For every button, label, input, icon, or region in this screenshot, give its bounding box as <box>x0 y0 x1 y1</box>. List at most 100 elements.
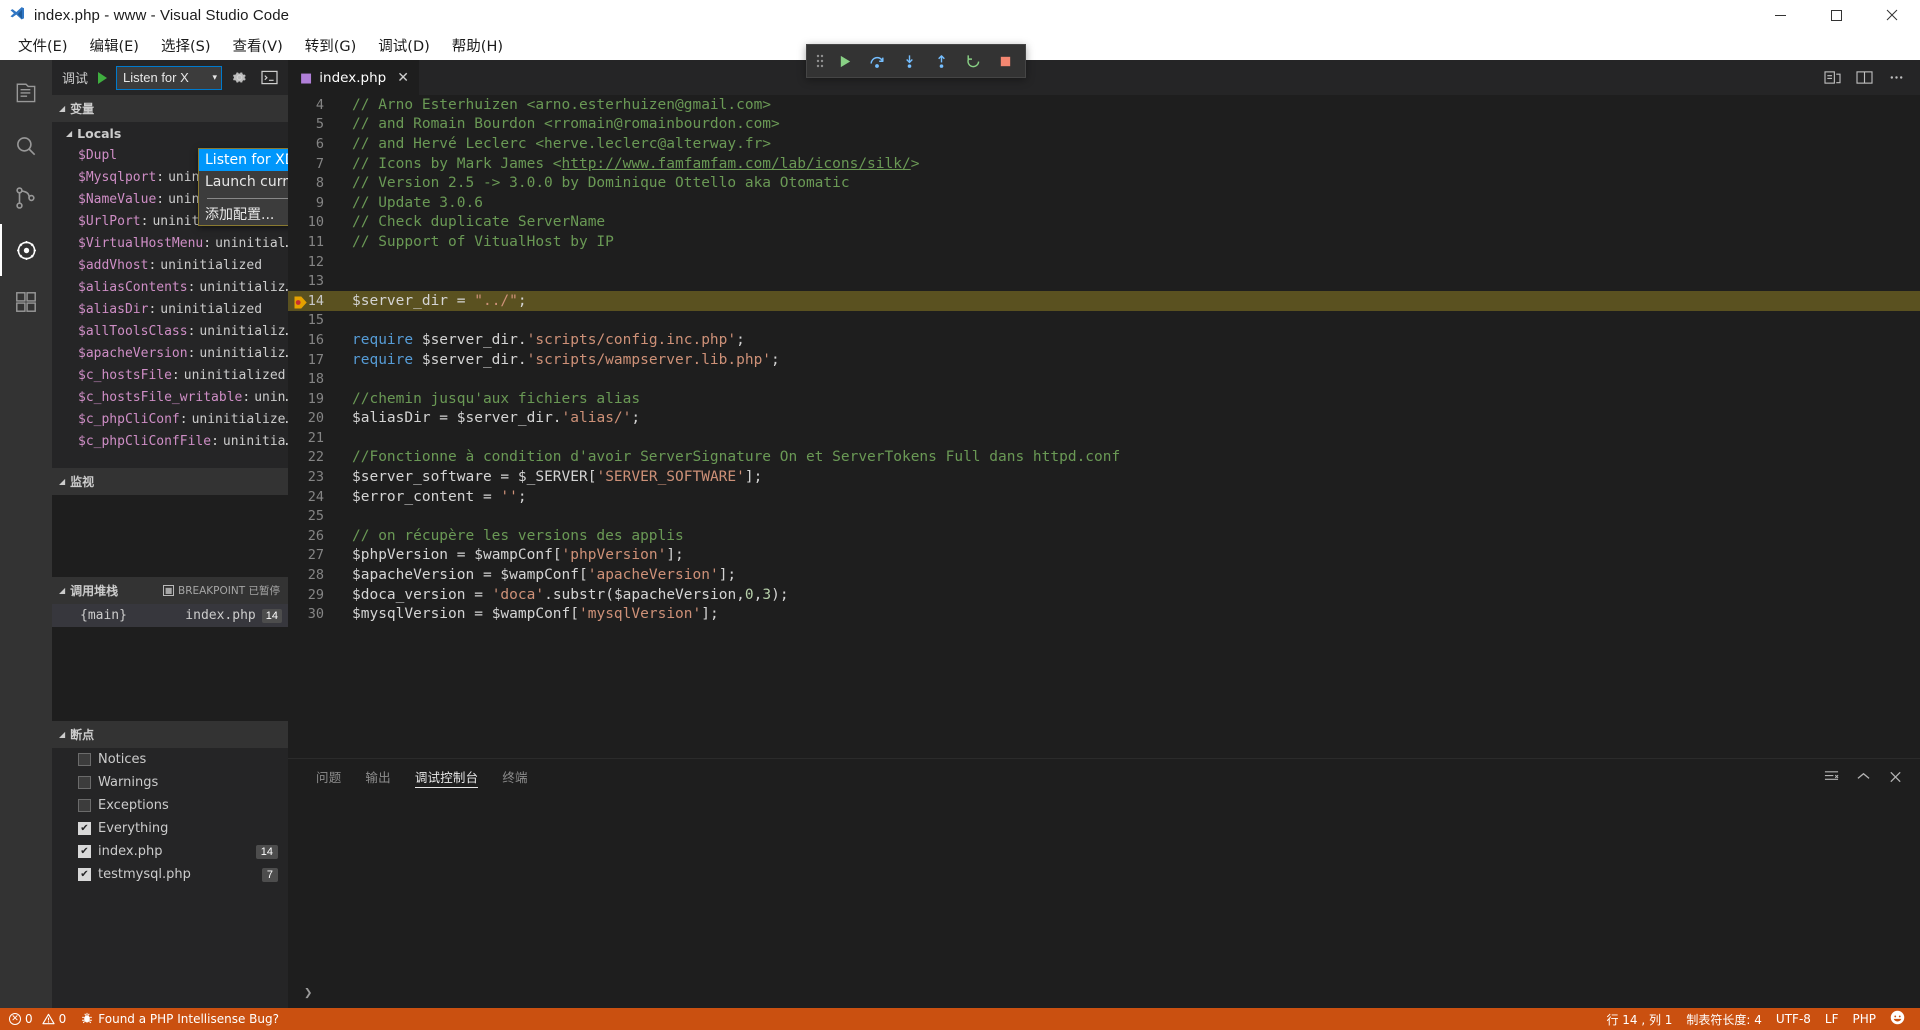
maximize-window-button[interactable] <box>1808 0 1864 30</box>
open-debug-console-button[interactable] <box>256 70 282 85</box>
code-line[interactable]: 10// Check duplicate ServerName <box>288 213 1920 233</box>
breakpoint-checkbox[interactable] <box>78 845 91 858</box>
breakpoint-checkbox[interactable] <box>78 753 91 766</box>
callstack-section-header[interactable]: ◢ 调用堆栈 ■ BREAKPOINT 已暂停 <box>52 577 288 604</box>
menu-help[interactable]: 帮助(H) <box>441 32 514 59</box>
code-editor[interactable]: 4// Arno Esterhuizen <arno.esterhuizen@g… <box>288 95 1920 758</box>
close-panel-icon[interactable] <box>1880 762 1910 792</box>
dropdown-option-add-config[interactable]: 添加配置... <box>199 203 288 225</box>
variable-row[interactable]: $c_hostsFile:uninitialized <box>52 364 288 386</box>
callstack-pane[interactable]: {main} index.php 14 <box>52 604 288 721</box>
code-line[interactable]: 4// Arno Esterhuizen <arno.esterhuizen@g… <box>288 95 1920 115</box>
start-debugging-button[interactable] <box>92 71 112 85</box>
status-eol[interactable]: LF <box>1818 1008 1846 1030</box>
breakpoints-pane[interactable]: Notices Warnings Exceptions Everything i… <box>52 748 288 1008</box>
code-line[interactable]: 30$mysqlVersion = $wampConf['mysqlVersio… <box>288 604 1920 624</box>
code-line[interactable]: 27$phpVersion = $wampConf['phpVersion']; <box>288 546 1920 566</box>
breakpoint-checkbox[interactable] <box>78 868 91 881</box>
watch-pane[interactable] <box>52 495 288 577</box>
code-line[interactable]: 6// and Hervé Leclerc <herve.leclerc@alt… <box>288 134 1920 154</box>
code-line[interactable]: 8// Version 2.5 -> 3.0.0 by Dominique Ot… <box>288 173 1920 193</box>
variables-section-header[interactable]: ◢ 变量 <box>52 95 288 122</box>
tab-output[interactable]: 输出 <box>353 759 402 794</box>
dropdown-option-launch-current[interactable]: Launch currently open script <box>199 171 288 193</box>
maximize-panel-icon[interactable] <box>1848 762 1878 792</box>
breakpoints-section-header[interactable]: ◢ 断点 <box>52 721 288 748</box>
code-line[interactable]: 9// Update 3.0.6 <box>288 193 1920 213</box>
code-line[interactable]: 13 <box>288 271 1920 291</box>
code-line[interactable]: 19//chemin jusqu'aux fichiers alias <box>288 389 1920 409</box>
activity-item-explorer[interactable] <box>0 68 52 120</box>
code-line[interactable]: 17require $server_dir.'scripts/wampserve… <box>288 350 1920 370</box>
status-tab-size[interactable]: 制表符长度: 4 <box>1679 1008 1769 1030</box>
code-line[interactable]: 22//Fonctionne à condition d'avoir Serve… <box>288 448 1920 468</box>
breakpoint-row[interactable]: testmysql.php 7 <box>52 863 288 886</box>
split-editor-icon[interactable] <box>1848 60 1880 95</box>
variable-row[interactable]: $allToolsClass:uninitializ… <box>52 320 288 342</box>
code-line[interactable]: 25 <box>288 506 1920 526</box>
dropdown-option-listen-xdebug[interactable]: Listen for XDebug <box>199 149 288 171</box>
breakpoint-row[interactable]: Warnings <box>52 771 288 794</box>
close-window-button[interactable] <box>1864 0 1920 30</box>
menu-file[interactable]: 文件(E) <box>7 32 78 59</box>
code-line[interactable]: 11// Support of VitualHost by IP <box>288 232 1920 252</box>
continue-button[interactable] <box>829 45 861 77</box>
drag-handle-icon[interactable] <box>811 53 829 69</box>
tab-problems[interactable]: 问题 <box>304 759 353 794</box>
code-line[interactable]: 12 <box>288 252 1920 272</box>
code-line[interactable]: 21 <box>288 428 1920 448</box>
breakpoint-marker-icon[interactable] <box>294 296 307 309</box>
restart-button[interactable] <box>957 45 989 77</box>
activity-item-extensions[interactable] <box>0 276 52 328</box>
debug-config-select[interactable]: Listen for X ▾ <box>116 66 222 90</box>
variable-row[interactable]: $c_phpCliConfFile:uninitia… <box>52 430 288 452</box>
variable-row[interactable]: $addVhost:uninitialized <box>52 254 288 276</box>
code-line[interactable]: 23$server_software = $_SERVER['SERVER_SO… <box>288 467 1920 487</box>
code-line[interactable]: 14$server_dir = "../"; <box>288 291 1920 311</box>
debug-console-input[interactable]: ❯ <box>288 978 1920 1008</box>
code-line[interactable]: 20$aliasDir = $server_dir.'alias/'; <box>288 409 1920 429</box>
variable-row[interactable]: $c_phpCliConf:uninitialize… <box>52 408 288 430</box>
status-feedback[interactable] <box>1883 1008 1912 1030</box>
clear-console-icon[interactable] <box>1816 762 1846 792</box>
code-line[interactable]: 24$error_content = ''; <box>288 487 1920 507</box>
tab-terminal[interactable]: 终端 <box>490 759 539 794</box>
menu-edit[interactable]: 编辑(E) <box>78 32 149 59</box>
code-line[interactable]: 29$doca_version = 'doca'.substr($apacheV… <box>288 585 1920 605</box>
code-line[interactable]: 5// and Romain Bourdon <rromain@romainbo… <box>288 115 1920 135</box>
breakpoint-checkbox[interactable] <box>78 822 91 835</box>
variable-row[interactable]: $apacheVersion:uninitializ… <box>52 342 288 364</box>
variable-row[interactable]: $aliasDir:uninitialized <box>52 298 288 320</box>
step-over-button[interactable] <box>861 45 893 77</box>
breakpoint-row[interactable]: Notices <box>52 748 288 771</box>
status-cursor-position[interactable]: 行 14 , 列 1 <box>1599 1008 1679 1030</box>
floating-debug-toolbar[interactable] <box>806 44 1026 78</box>
status-problems[interactable]: ✕ 0 0 <box>2 1008 73 1030</box>
code-line[interactable]: 15 <box>288 311 1920 331</box>
activity-item-source-control[interactable] <box>0 172 52 224</box>
stop-button[interactable] <box>989 45 1021 77</box>
close-icon[interactable]: ✕ <box>397 70 409 86</box>
code-line[interactable]: 28$apacheVersion = $wampConf['apacheVers… <box>288 565 1920 585</box>
code-line[interactable]: 18 <box>288 369 1920 389</box>
variable-row[interactable]: $aliasContents:uninitializ… <box>52 276 288 298</box>
watch-section-header[interactable]: ◢ 监视 <box>52 468 288 495</box>
open-launch-config-button[interactable] <box>226 69 252 86</box>
tab-index-php[interactable]: ■ index.php ✕ <box>288 60 419 95</box>
step-into-button[interactable] <box>893 45 925 77</box>
variable-row[interactable]: $c_hostsFile_writable:unin… <box>52 386 288 408</box>
code-line[interactable]: 16require $server_dir.'scripts/config.in… <box>288 330 1920 350</box>
breakpoint-checkbox[interactable] <box>78 799 91 812</box>
tab-debug-console[interactable]: 调试控制台 <box>403 759 491 794</box>
menu-selection[interactable]: 选择(S) <box>150 32 222 59</box>
debug-config-dropdown[interactable]: Listen for XDebug Launch currently open … <box>198 148 288 226</box>
code-line[interactable]: 7// Icons by Mark James <http://www.famf… <box>288 154 1920 174</box>
menu-view[interactable]: 查看(V) <box>222 32 294 59</box>
activity-item-debug[interactable] <box>0 224 52 276</box>
breakpoint-row[interactable]: Exceptions <box>52 794 288 817</box>
more-actions-icon[interactable] <box>1880 60 1912 95</box>
breakpoint-row[interactable]: index.php 14 <box>52 840 288 863</box>
breakpoint-checkbox[interactable] <box>78 776 91 789</box>
status-encoding[interactable]: UTF-8 <box>1769 1008 1818 1030</box>
activity-item-search[interactable] <box>0 120 52 172</box>
